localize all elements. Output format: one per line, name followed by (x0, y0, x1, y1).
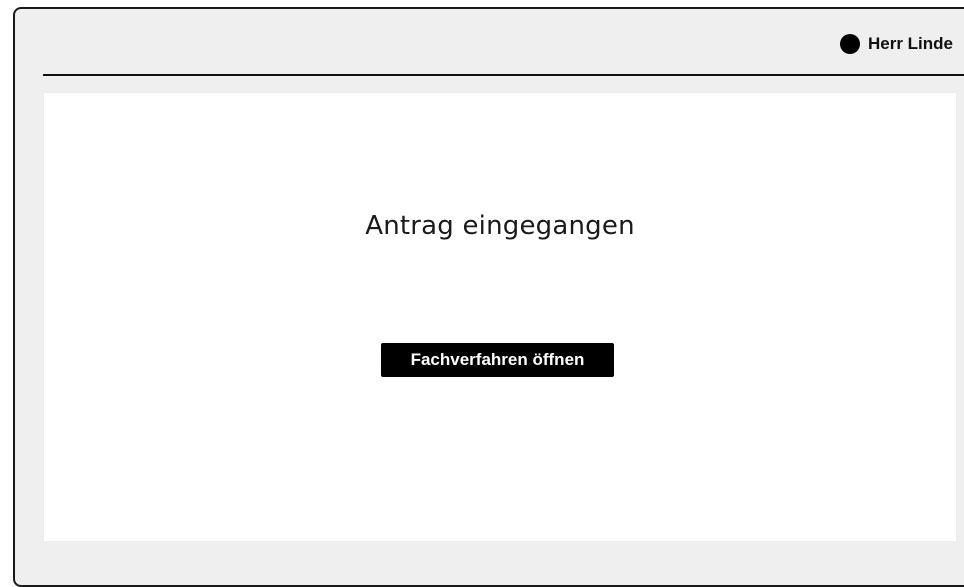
header: Herr Linde (15, 9, 964, 75)
user-menu[interactable]: Herr Linde (839, 34, 953, 54)
app-window: Herr Linde Antrag eingegangen Fachverfah… (13, 7, 964, 587)
status-title: Antrag eingegangen (365, 211, 635, 241)
avatar-icon (839, 34, 860, 54)
open-fachverfahren-button[interactable]: Fachverfahren öffnen (381, 343, 614, 377)
user-name: Herr Linde (867, 34, 953, 53)
content-panel: Antrag eingegangen Fachverfahren öffnen (44, 93, 956, 541)
header-divider (43, 74, 964, 76)
